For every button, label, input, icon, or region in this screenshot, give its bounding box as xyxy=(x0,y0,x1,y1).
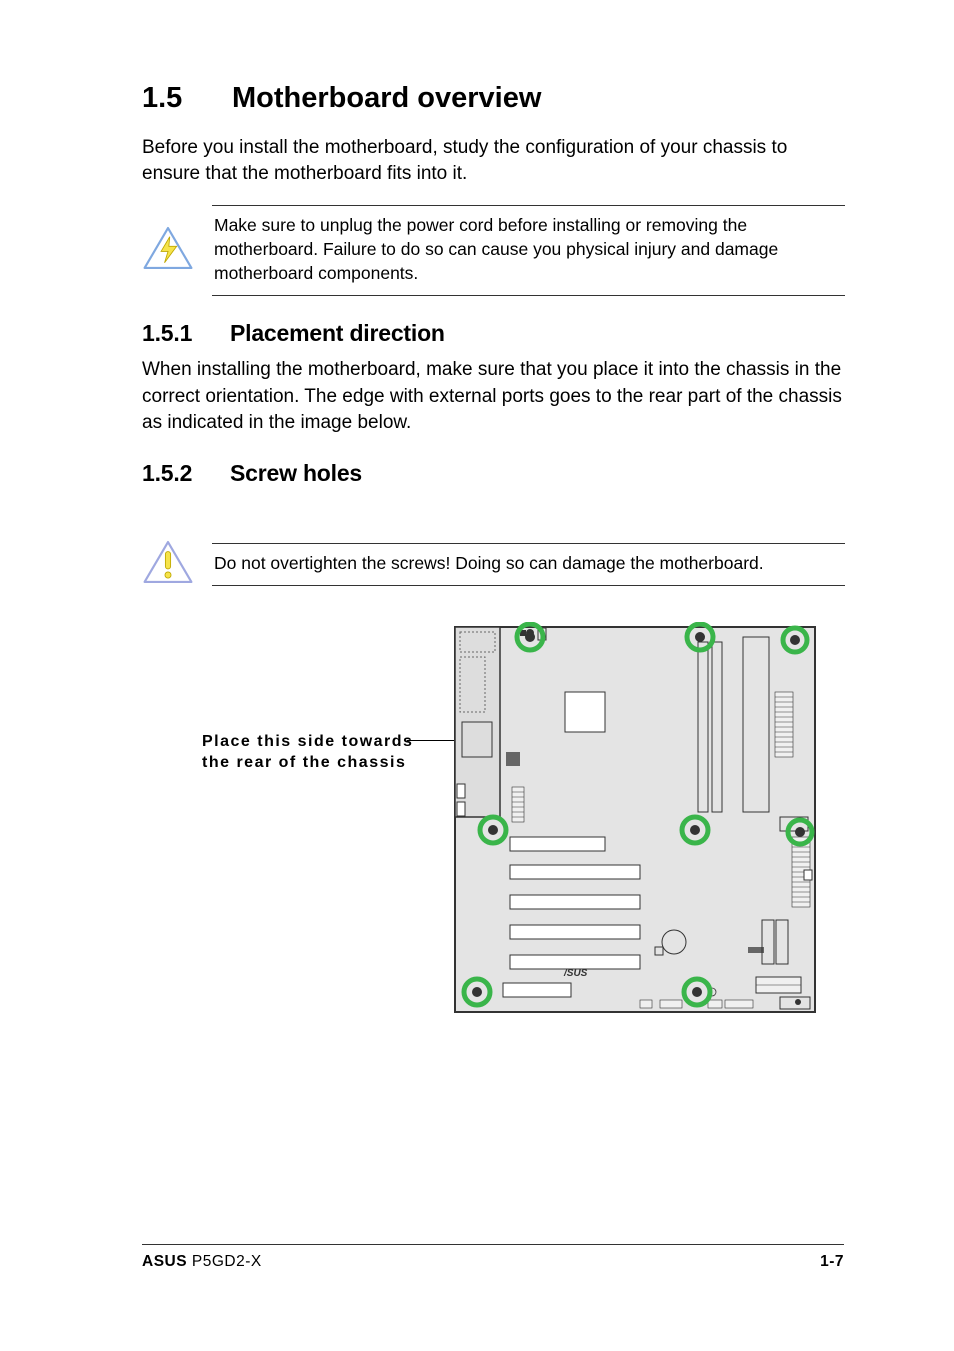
footer-model: P5GD2-X xyxy=(192,1253,262,1270)
subheading-screwholes: 1.5.2Screw holes xyxy=(142,460,845,487)
motherboard-svg: /SUS xyxy=(450,622,820,1017)
rear-side-label: Place this side towards the rear of the … xyxy=(202,732,413,774)
subheading-title: Placement direction xyxy=(230,320,445,346)
caution-callout: Do not overtighten the screws! Doing so … xyxy=(142,539,845,590)
board-brand-text: /SUS xyxy=(563,968,588,979)
placement-paragraph: When installing the motherboard, make su… xyxy=(142,357,845,436)
heading-number: 1.5 xyxy=(142,82,232,115)
rear-label-line1: Place this side towards xyxy=(202,733,413,750)
footer-brand: ASUS xyxy=(142,1253,187,1270)
subheading-number: 1.5.2 xyxy=(142,460,230,487)
subheading-placement: 1.5.1Placement direction xyxy=(142,320,845,347)
intro-paragraph: Before you install the motherboard, stud… xyxy=(142,135,845,187)
footer-product: ASUS P5GD2-X xyxy=(142,1253,262,1271)
rear-label-line2: the rear of the chassis xyxy=(202,754,406,771)
exclamation-caution-icon xyxy=(142,539,212,590)
warning-callout: Make sure to unplug the power cord befor… xyxy=(142,205,845,296)
page-footer: ASUS P5GD2-X 1-7 xyxy=(142,1244,844,1271)
subheading-number: 1.5.1 xyxy=(142,320,230,347)
footer-page-number: 1-7 xyxy=(820,1253,844,1271)
heading-section: 1.5Motherboard overview xyxy=(142,82,845,115)
heading-title: Motherboard overview xyxy=(232,82,541,114)
motherboard-diagram: Place this side towards the rear of the … xyxy=(142,622,845,1062)
lightning-warning-icon xyxy=(142,225,212,276)
subheading-title: Screw holes xyxy=(230,460,362,486)
warning-text: Make sure to unplug the power cord befor… xyxy=(212,205,845,296)
caution-text: Do not overtighten the screws! Doing so … xyxy=(212,543,845,587)
